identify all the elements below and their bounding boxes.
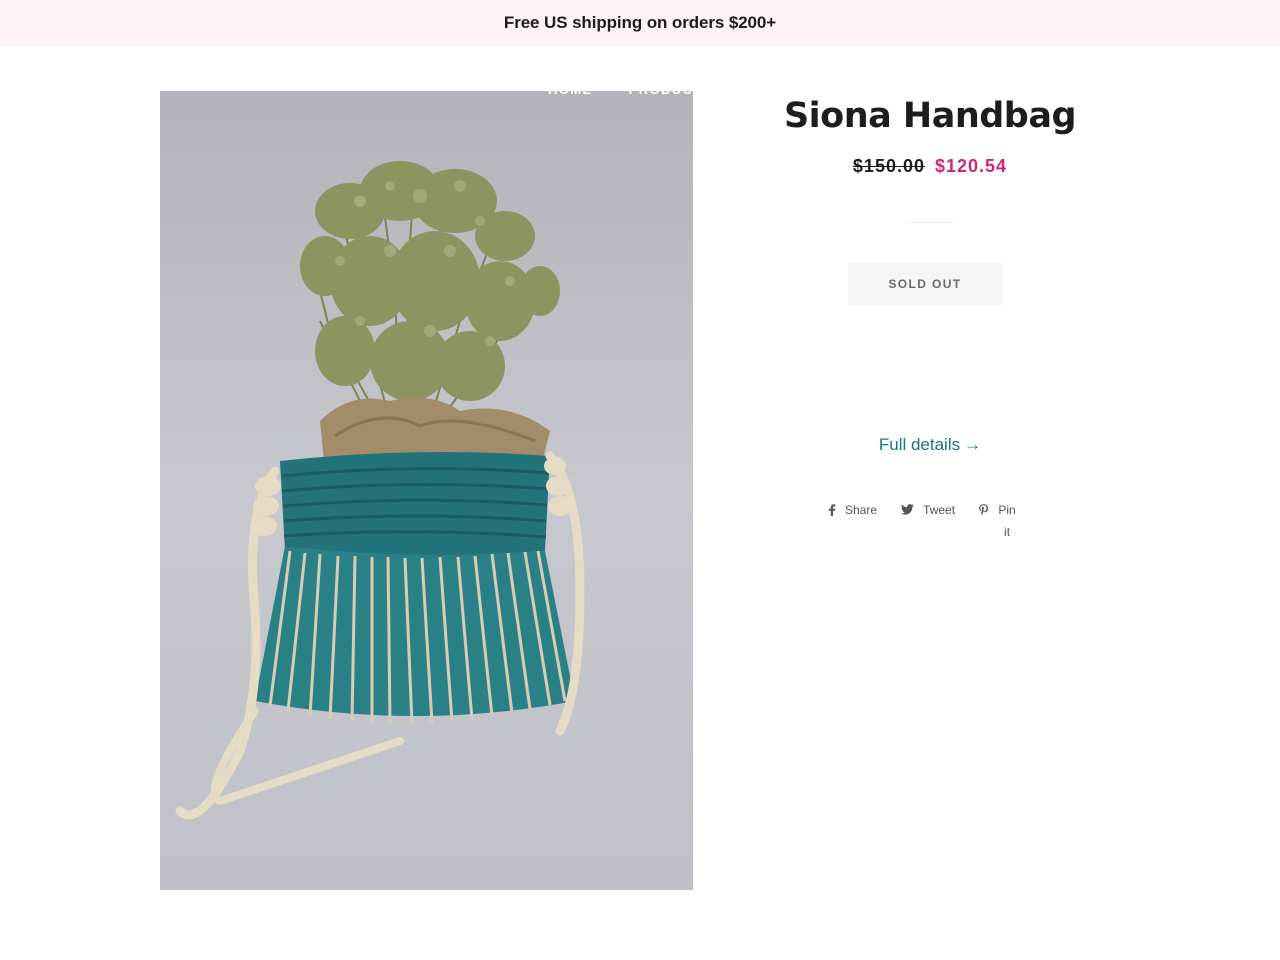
share-facebook-button[interactable]: Share [828,501,877,543]
share-twitter-button[interactable]: Tweet [901,501,955,543]
sale-price: $120.54 [935,156,1008,176]
announcement-text: Free US shipping on orders $200+ [503,13,777,32]
facebook-icon [828,504,836,516]
full-details-link[interactable]: Full details → [879,435,981,455]
share-pinterest-button[interactable]: Pin it [979,501,1017,543]
announcement-bar: Free US shipping on orders $200+ [0,0,1280,46]
twitter-icon [901,504,914,515]
product-image[interactable] [160,91,693,890]
social-share: Share Tweet Pin it [828,501,1017,543]
arrow-right-icon: → [964,435,982,454]
share-facebook-label: Share [845,503,878,517]
full-details-label: Full details [878,435,961,454]
nav-link-products[interactable]: Products [629,82,693,102]
share-pinterest-label: Pin it [998,503,1016,539]
price-row: $150.00 $120.54 [760,156,1100,177]
share-twitter-label: Tweet [923,503,956,517]
nav-link-home[interactable]: Home [548,82,593,102]
pinterest-icon [979,504,989,516]
compare-price: $150.00 [852,156,925,176]
main-nav: Home Products [548,82,693,102]
handbag-photo [160,91,693,890]
divider [905,222,955,223]
product-title: Siona Handbag [783,96,1077,136]
product-info: Siona Handbag $150.00 $120.54 Sold Out F… [760,91,1100,539]
sold-out-button[interactable]: Sold Out [847,263,1003,305]
